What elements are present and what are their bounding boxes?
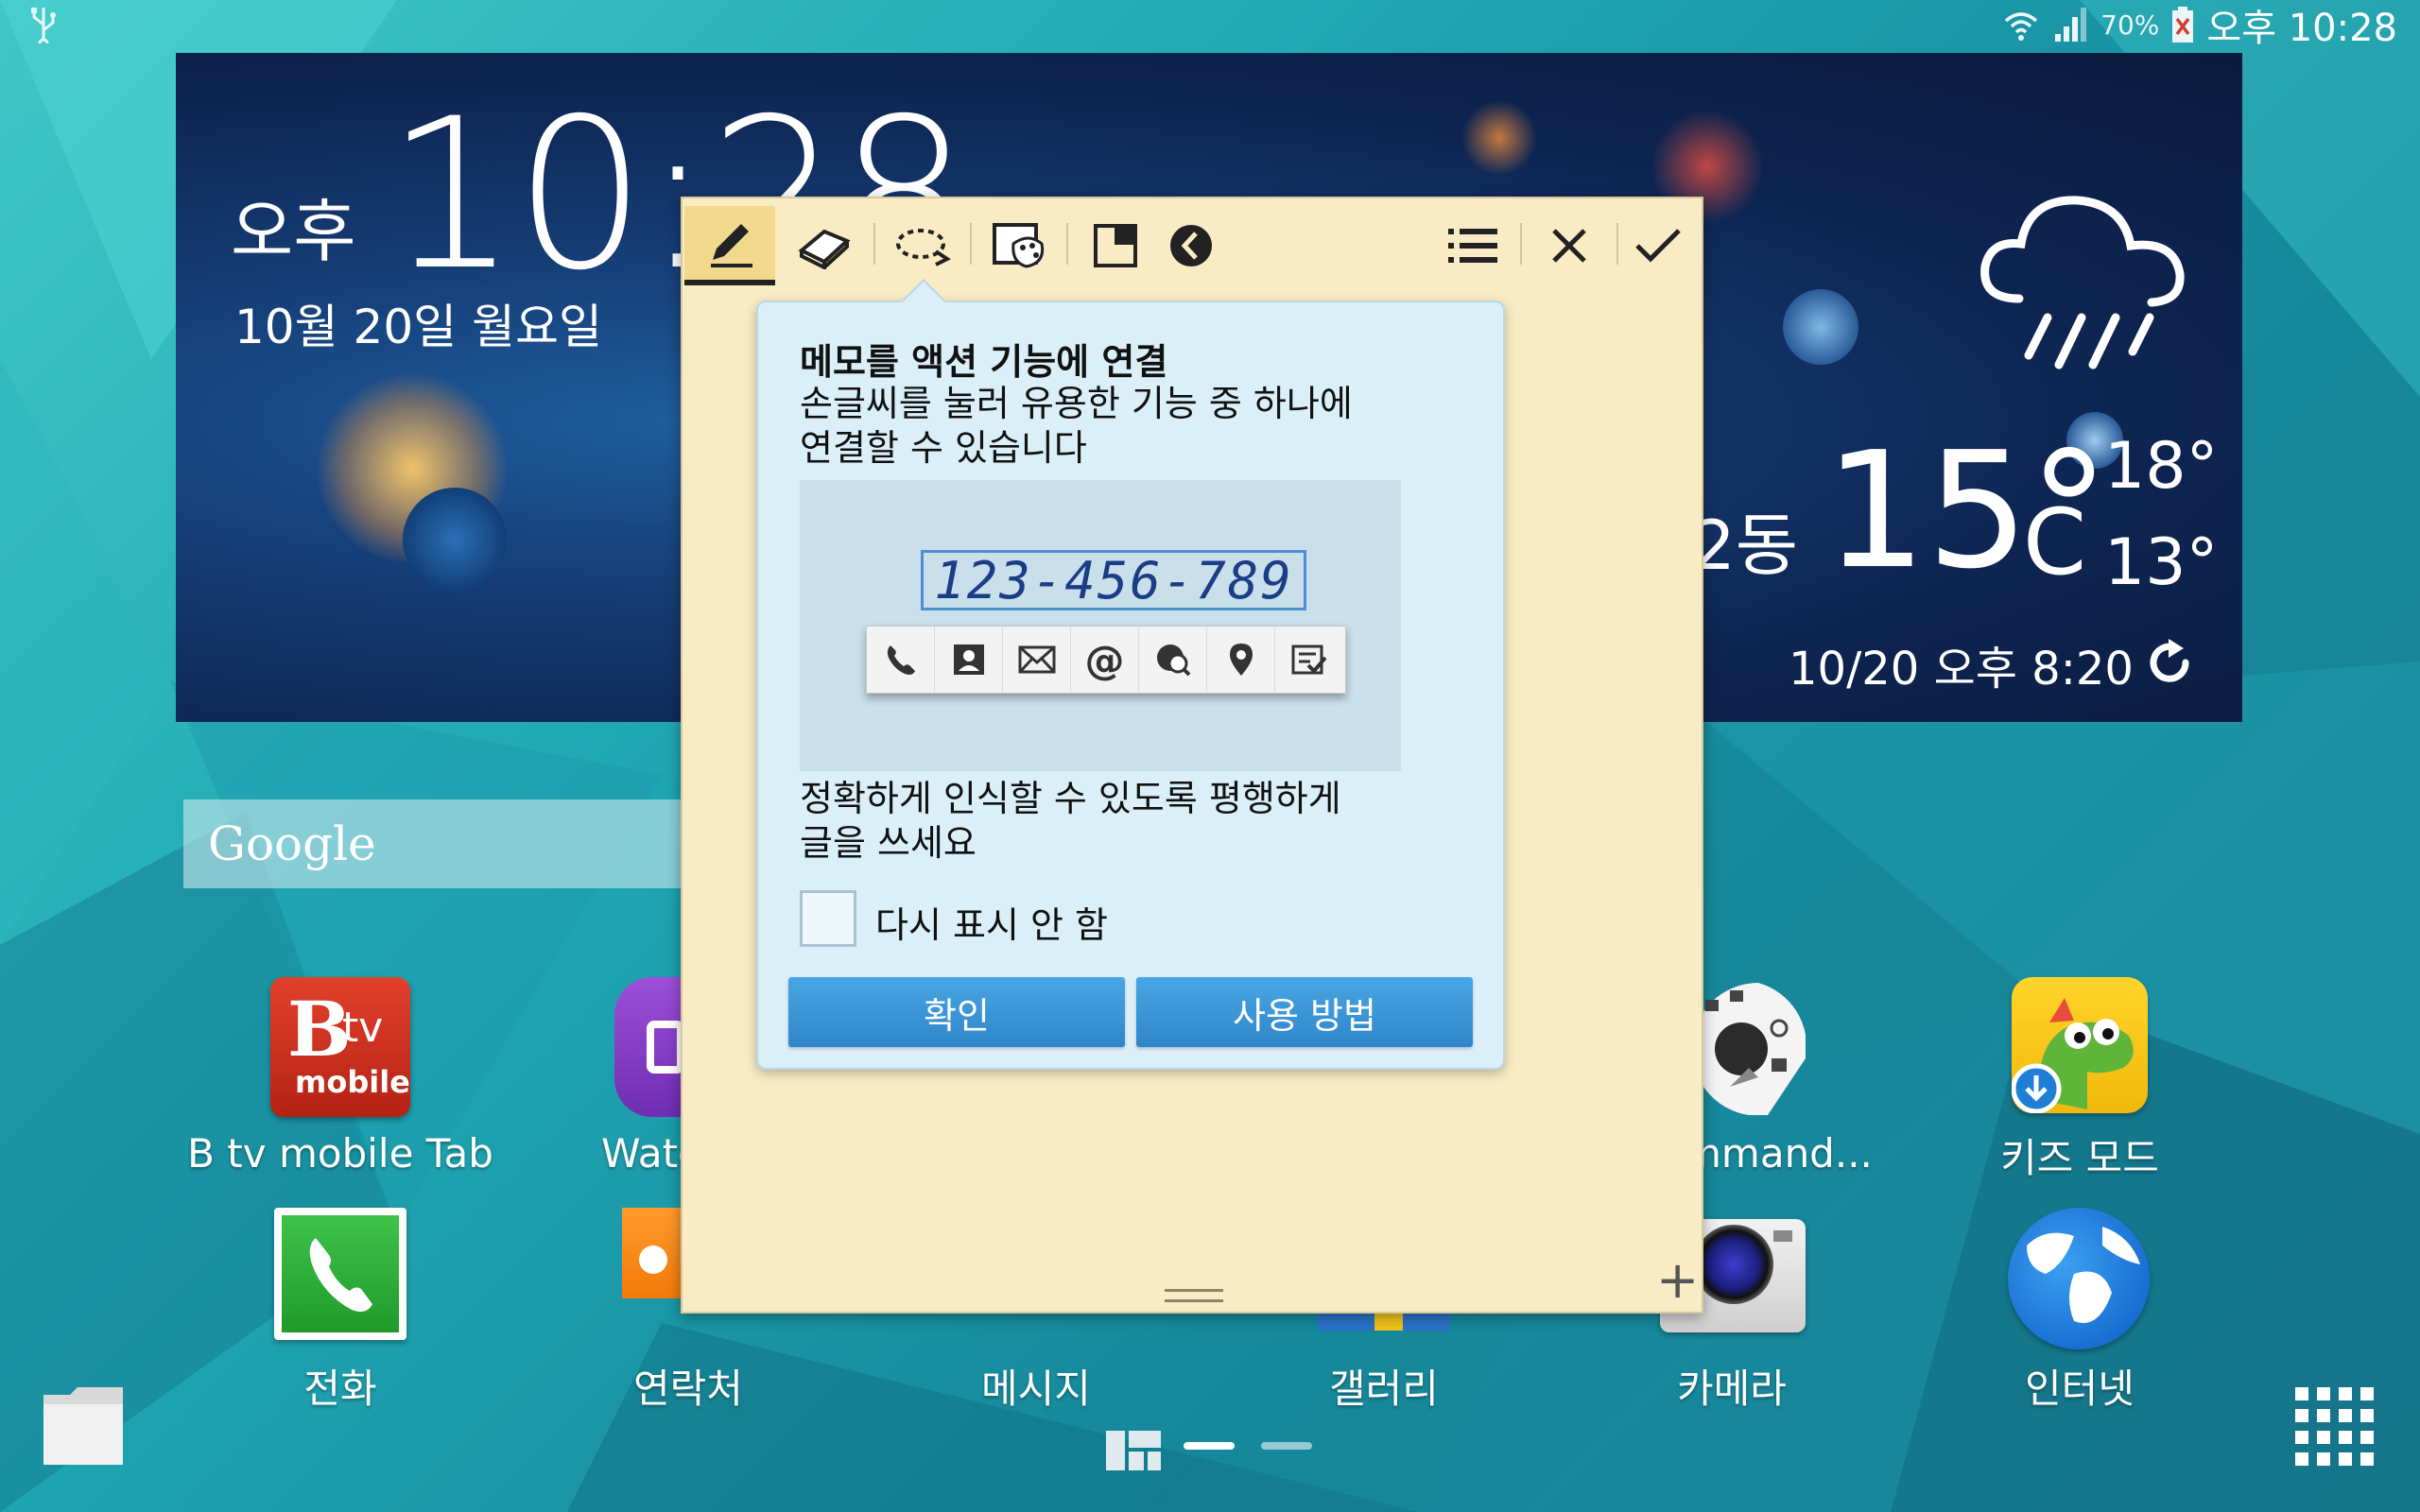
water-drop bbox=[403, 488, 507, 592]
page-indicator[interactable] bbox=[1261, 1442, 1312, 1450]
battery-icon bbox=[2172, 7, 2194, 43]
how-to-use-button[interactable]: 사용 방법 bbox=[1136, 977, 1473, 1047]
app-label: 갤러리 bbox=[1329, 1366, 1439, 1412]
air-command-icon bbox=[1691, 983, 1807, 1116]
contact-icon bbox=[935, 627, 1003, 693]
app-label: 전화 bbox=[303, 1366, 377, 1412]
app-label: mmand... bbox=[1683, 1130, 1873, 1177]
demo-action-bar: @ bbox=[866, 626, 1346, 694]
clock-date: 10월 20일 월요일 bbox=[234, 300, 603, 354]
lasso-tool-button[interactable] bbox=[877, 206, 968, 285]
task-icon bbox=[1275, 627, 1343, 693]
app-phone[interactable]: 전화 bbox=[170, 1208, 510, 1415]
pen-tool-button[interactable] bbox=[684, 206, 775, 285]
status-bar: 70% 오후 10:28 bbox=[0, 0, 2420, 50]
close-memo-button[interactable] bbox=[1524, 206, 1615, 285]
rain-cloud-icon bbox=[1980, 196, 2185, 369]
add-memo-button[interactable]: + bbox=[1656, 1255, 1699, 1306]
app-label: 카메라 bbox=[1677, 1366, 1787, 1412]
phone-app-icon bbox=[274, 1208, 406, 1340]
app-btv-mobile[interactable]: B tv mobile B tv mobile Tab bbox=[170, 977, 510, 1177]
app-label: B tv mobile Tab bbox=[187, 1130, 493, 1177]
eraser-icon bbox=[798, 229, 851, 269]
memo-toolbar bbox=[683, 198, 1702, 289]
app-label: Watc bbox=[601, 1130, 700, 1177]
app-kids-mode[interactable]: 키즈 모드 bbox=[1910, 977, 2250, 1184]
weather-low: 13° bbox=[2104, 525, 2219, 600]
usb-icon bbox=[31, 8, 56, 43]
web-search-icon bbox=[1139, 627, 1207, 693]
app-label: 메시지 bbox=[981, 1366, 1091, 1412]
background-color-button[interactable] bbox=[974, 206, 1064, 285]
weather-updated: 10/20 오후 8:20 bbox=[1789, 643, 2134, 696]
link-to-action-tip: 메모를 액션 기능에 연결 손글씨를 눌러 유용한 기능 중 하나에 연결할 수… bbox=[756, 278, 1505, 1070]
weather-unit: C bbox=[2023, 490, 2087, 595]
dont-show-again-checkbox[interactable] bbox=[800, 890, 856, 947]
eraser-tool-button[interactable] bbox=[779, 206, 870, 285]
location-pin-icon bbox=[1207, 627, 1275, 693]
app-label: 연락처 bbox=[633, 1366, 743, 1412]
page-indicator-active[interactable] bbox=[1184, 1442, 1235, 1450]
tip-title: 메모를 액션 기능에 연결 bbox=[800, 341, 1168, 383]
resize-grip[interactable] bbox=[1165, 1289, 1223, 1302]
demo-handwriting-selection: 123-456-789 bbox=[921, 550, 1306, 610]
tip-note: 정확하게 인식할 수 있도록 평행하게 글을 쓰세요 bbox=[800, 778, 1341, 864]
app-label: 인터넷 bbox=[2025, 1366, 2135, 1412]
save-memo-button[interactable] bbox=[1613, 206, 1703, 285]
window-icon bbox=[1094, 224, 1137, 267]
app-air-command[interactable]: mmand... bbox=[1683, 977, 1910, 1177]
bokeh-light bbox=[1461, 100, 1537, 176]
app-internet[interactable]: 인터넷 bbox=[1910, 1208, 2250, 1415]
email-icon bbox=[1003, 627, 1071, 693]
clock-ampm: 오후 bbox=[231, 192, 356, 271]
pen-icon bbox=[711, 224, 752, 267]
internet-globe-icon bbox=[2008, 1208, 2150, 1349]
list-icon bbox=[1448, 229, 1497, 263]
gallery-app-icon bbox=[1318, 1312, 1450, 1331]
ok-button[interactable]: 확인 bbox=[788, 977, 1125, 1047]
wifi-icon bbox=[2005, 12, 2038, 41]
kids-mode-icon bbox=[2011, 977, 2148, 1114]
at-sign-icon: @ bbox=[1071, 627, 1139, 693]
btv-icon: B tv mobile bbox=[270, 977, 410, 1117]
weather-high: 18° bbox=[2104, 429, 2219, 504]
home-pages-icon[interactable] bbox=[1106, 1431, 1161, 1470]
check-icon bbox=[1635, 229, 1681, 263]
palette-icon bbox=[993, 223, 1045, 268]
status-time: 오후 10:28 bbox=[2206, 7, 2397, 50]
apps-grid-icon[interactable] bbox=[2295, 1387, 2375, 1467]
refresh-icon[interactable] bbox=[2144, 637, 2195, 688]
lasso-icon bbox=[896, 229, 951, 266]
phone-icon bbox=[867, 627, 935, 693]
back-circle-icon bbox=[1170, 225, 1212, 266]
memo-list-button[interactable] bbox=[1427, 206, 1518, 285]
dont-show-again-label[interactable]: 다시 표시 안 함 bbox=[875, 896, 1108, 948]
google-logo: Google bbox=[208, 816, 376, 871]
water-drop bbox=[1783, 289, 1858, 365]
close-icon bbox=[1552, 229, 1586, 263]
weather-location: 2동 bbox=[1692, 506, 1799, 585]
tip-demo-image: 123-456-789 @ bbox=[800, 480, 1401, 771]
folder-icon[interactable] bbox=[42, 1385, 125, 1467]
app-watch[interactable]: Watc bbox=[529, 977, 700, 1177]
tip-description: 손글씨를 눌러 유용한 기능 중 하나에 연결할 수 있습니다 bbox=[800, 383, 1353, 469]
app-label: 키즈 모드 bbox=[2000, 1135, 2159, 1181]
collapse-button[interactable] bbox=[1146, 206, 1236, 285]
signal-icon bbox=[2055, 8, 2087, 42]
battery-percent: 70% bbox=[2100, 9, 2160, 41]
